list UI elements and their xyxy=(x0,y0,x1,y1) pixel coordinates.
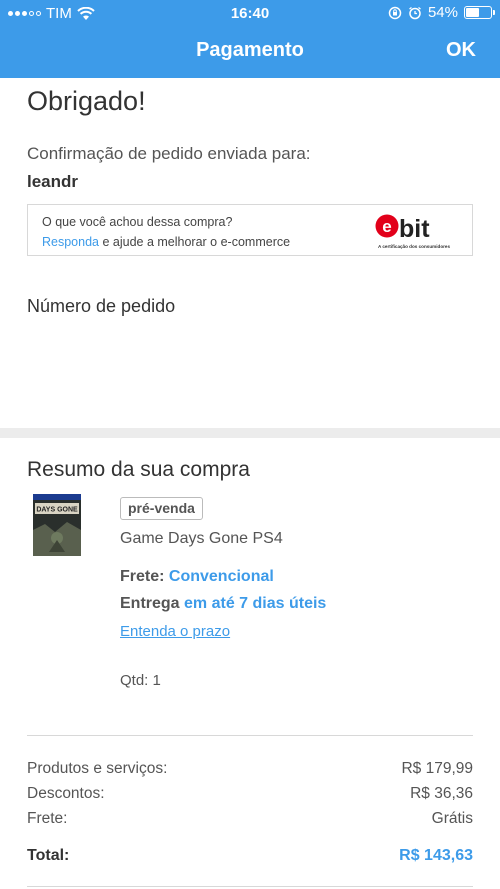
ebit-question: O que você achou dessa compra? xyxy=(42,215,233,229)
thanks-heading: Obrigado! xyxy=(27,86,146,116)
product-thumbnail: DAYS GONE xyxy=(33,494,81,556)
shipping-info: Frete: Convencional xyxy=(120,568,274,586)
confirmation-label: Confirmação de pedido enviada para: xyxy=(27,144,311,163)
totals-row-discounts: Descontos: R$ 36,36 xyxy=(27,785,473,803)
svg-text:e: e xyxy=(382,217,391,236)
totals-label: Descontos: xyxy=(27,785,105,802)
totals-row-shipping: Frete: Grátis xyxy=(27,810,473,828)
totals-value: R$ 36,36 xyxy=(410,785,473,802)
status-bar: TIM 16:40 54% xyxy=(0,0,500,28)
totals-divider-top xyxy=(27,735,473,736)
ebit-respond-link[interactable]: Responda xyxy=(42,235,99,249)
totals-label: Produtos e serviços: xyxy=(27,760,168,777)
section-divider xyxy=(0,428,500,438)
ok-button[interactable]: OK xyxy=(446,39,476,62)
battery-icon xyxy=(464,6,495,19)
totals-value: Grátis xyxy=(431,810,473,827)
app-header: TIM 16:40 54% Pagamento OK xyxy=(0,0,500,78)
svg-text:A certificação dos consumidore: A certificação dos consumidores xyxy=(378,244,451,249)
shipping-label: Frete: xyxy=(120,568,165,585)
quantity-label: Qtd: 1 xyxy=(120,672,161,689)
confirmation-email: leandr xyxy=(27,172,79,191)
svg-text:bit: bit xyxy=(399,215,430,243)
ebit-prompt-rest: e ajude a melhorar o e-commerce xyxy=(99,235,291,249)
total-label: Total: xyxy=(27,847,70,864)
orientation-lock-icon xyxy=(388,6,402,19)
delivery-info: Entrega em até 7 dias úteis xyxy=(120,595,326,613)
ebit-logo: e bit A certificação dos consumidores xyxy=(375,214,451,249)
totals-row-total: Total: R$ 143,63 xyxy=(27,847,473,865)
shipping-value: Convencional xyxy=(168,568,274,585)
alarm-icon xyxy=(409,6,421,19)
order-number-label: Número de pedido xyxy=(27,296,176,316)
presale-badge: pré-venda xyxy=(120,497,203,520)
battery-percent: 54% xyxy=(427,4,458,21)
totals-row-products: Produtos e serviços: R$ 179,99 xyxy=(27,760,473,778)
ebit-prompt: Responda e ajude a melhorar o e-commerce xyxy=(42,235,290,249)
product-name: Game Days Gone PS4 xyxy=(120,530,283,547)
understand-deadline-link[interactable]: Entenda o prazo xyxy=(120,623,230,640)
totals-label: Frete: xyxy=(27,810,68,827)
totals-value: R$ 179,99 xyxy=(401,760,473,777)
status-right: 54% xyxy=(388,4,495,21)
svg-text:DAYS GONE: DAYS GONE xyxy=(36,507,78,514)
page-title: Pagamento xyxy=(196,39,304,61)
summary-title: Resumo da sua compra xyxy=(27,458,250,481)
delivery-label: Entrega xyxy=(120,595,180,612)
ebit-survey-box[interactable]: O que você achou dessa compra? Responda … xyxy=(27,204,473,256)
totals-divider-bottom xyxy=(27,886,473,887)
total-value: R$ 143,63 xyxy=(399,847,473,864)
delivery-value: em até 7 dias úteis xyxy=(184,595,327,612)
